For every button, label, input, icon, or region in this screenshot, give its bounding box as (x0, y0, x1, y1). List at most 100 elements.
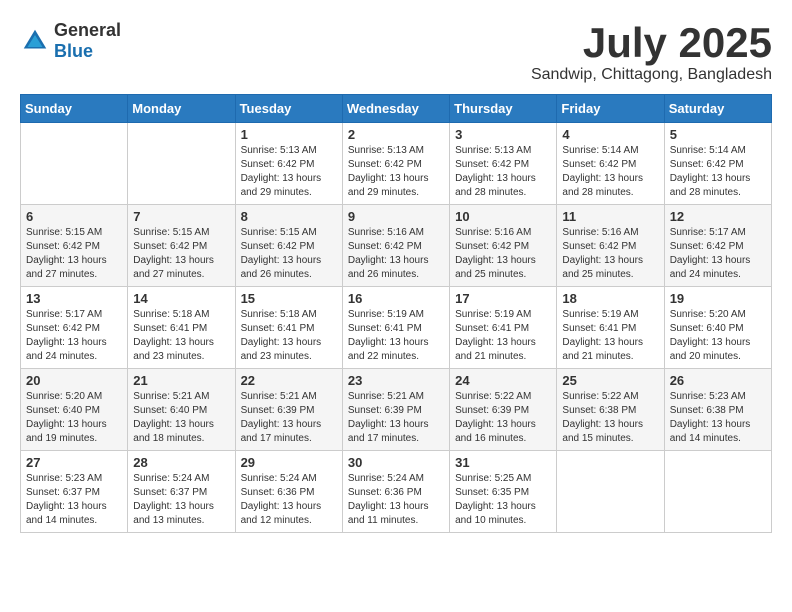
day-number: 1 (241, 127, 337, 142)
day-number: 26 (670, 373, 766, 388)
weekday-header-monday: Monday (128, 95, 235, 123)
calendar-cell: 24 Sunrise: 5:22 AM Sunset: 6:39 PM Dayli… (450, 369, 557, 451)
day-number: 24 (455, 373, 551, 388)
calendar-week-row: 20 Sunrise: 5:20 AM Sunset: 6:40 PM Dayli… (21, 369, 772, 451)
day-info: Sunrise: 5:19 AM Sunset: 6:41 PM Dayligh… (348, 308, 444, 364)
day-number: 25 (562, 373, 658, 388)
day-info: Sunrise: 5:21 AM Sunset: 6:39 PM Dayligh… (348, 390, 444, 446)
day-info: Sunrise: 5:14 AM Sunset: 6:42 PM Dayligh… (562, 144, 658, 200)
day-number: 7 (133, 209, 229, 224)
calendar-cell: 12 Sunrise: 5:17 AM Sunset: 6:42 PM Dayli… (664, 205, 771, 287)
location-text: Sandwip, Chittagong, Bangladesh (531, 66, 772, 84)
logo: General Blue (20, 20, 121, 62)
calendar-cell (557, 451, 664, 533)
calendar-cell (664, 451, 771, 533)
calendar-week-row: 1 Sunrise: 5:13 AM Sunset: 6:42 PM Daylig… (21, 123, 772, 205)
day-number: 8 (241, 209, 337, 224)
day-info: Sunrise: 5:22 AM Sunset: 6:38 PM Dayligh… (562, 390, 658, 446)
day-info: Sunrise: 5:25 AM Sunset: 6:35 PM Dayligh… (455, 472, 551, 528)
day-number: 12 (670, 209, 766, 224)
day-number: 10 (455, 209, 551, 224)
day-info: Sunrise: 5:20 AM Sunset: 6:40 PM Dayligh… (670, 308, 766, 364)
day-number: 16 (348, 291, 444, 306)
calendar-cell: 1Sunrise: 5:13 AM Sunset: 6:42 PM Daylig… (235, 123, 342, 205)
day-number: 30 (348, 455, 444, 470)
calendar-cell: 19Sunrise: 5:20 AM Sunset: 6:40 PM Dayli… (664, 287, 771, 369)
weekday-header-thursday: Thursday (450, 95, 557, 123)
calendar-cell: 4 Sunrise: 5:14 AM Sunset: 6:42 PM Daylig… (557, 123, 664, 205)
day-info: Sunrise: 5:19 AM Sunset: 6:41 PM Dayligh… (562, 308, 658, 364)
day-info: Sunrise: 5:20 AM Sunset: 6:40 PM Dayligh… (26, 390, 122, 446)
calendar-cell: 18 Sunrise: 5:19 AM Sunset: 6:41 PM Dayli… (557, 287, 664, 369)
day-info: Sunrise: 5:15 AM Sunset: 6:42 PM Dayligh… (26, 226, 122, 282)
day-info: Sunrise: 5:16 AM Sunset: 6:42 PM Dayligh… (562, 226, 658, 282)
day-info: Sunrise: 5:23 AM Sunset: 6:38 PM Dayligh… (670, 390, 766, 446)
page-header: General Blue July 2025 Sandwip, Chittago… (20, 20, 772, 84)
day-number: 29 (241, 455, 337, 470)
logo-icon (20, 26, 50, 56)
weekday-header-row: SundayMondayTuesdayWednesdayThursdayFrid… (21, 95, 772, 123)
day-info: Sunrise: 5:17 AM Sunset: 6:42 PM Dayligh… (670, 226, 766, 282)
day-info: Sunrise: 5:23 AM Sunset: 6:37 PM Dayligh… (26, 472, 122, 528)
logo-general-text: General (54, 20, 121, 40)
day-info: Sunrise: 5:18 AM Sunset: 6:41 PM Dayligh… (133, 308, 229, 364)
day-info: Sunrise: 5:22 AM Sunset: 6:39 PM Dayligh… (455, 390, 551, 446)
calendar-cell: 2 Sunrise: 5:13 AM Sunset: 6:42 PM Daylig… (342, 123, 449, 205)
calendar-cell (128, 123, 235, 205)
calendar-cell: 14Sunrise: 5:18 AM Sunset: 6:41 PM Dayli… (128, 287, 235, 369)
calendar-cell: 13 Sunrise: 5:17 AM Sunset: 6:42 PM Dayli… (21, 287, 128, 369)
day-number: 31 (455, 455, 551, 470)
day-number: 20 (26, 373, 122, 388)
day-number: 13 (26, 291, 122, 306)
day-number: 6 (26, 209, 122, 224)
calendar-week-row: 13 Sunrise: 5:17 AM Sunset: 6:42 PM Dayli… (21, 287, 772, 369)
day-info: Sunrise: 5:18 AM Sunset: 6:41 PM Dayligh… (241, 308, 337, 364)
day-number: 22 (241, 373, 337, 388)
day-number: 11 (562, 209, 658, 224)
weekday-header-friday: Friday (557, 95, 664, 123)
day-info: Sunrise: 5:21 AM Sunset: 6:39 PM Dayligh… (241, 390, 337, 446)
calendar-cell: 29Sunrise: 5:24 AM Sunset: 6:36 PM Dayli… (235, 451, 342, 533)
calendar-cell: 8 Sunrise: 5:15 AM Sunset: 6:42 PM Daylig… (235, 205, 342, 287)
day-info: Sunrise: 5:15 AM Sunset: 6:42 PM Dayligh… (241, 226, 337, 282)
calendar-cell: 3Sunrise: 5:13 AM Sunset: 6:42 PM Daylig… (450, 123, 557, 205)
day-info: Sunrise: 5:24 AM Sunset: 6:37 PM Dayligh… (133, 472, 229, 528)
calendar-table: SundayMondayTuesdayWednesdayThursdayFrid… (20, 94, 772, 533)
day-info: Sunrise: 5:17 AM Sunset: 6:42 PM Dayligh… (26, 308, 122, 364)
calendar-cell: 30Sunrise: 5:24 AM Sunset: 6:36 PM Dayli… (342, 451, 449, 533)
day-info: Sunrise: 5:15 AM Sunset: 6:42 PM Dayligh… (133, 226, 229, 282)
month-year-title: July 2025 (531, 20, 772, 66)
day-number: 21 (133, 373, 229, 388)
day-number: 17 (455, 291, 551, 306)
calendar-cell: 28 Sunrise: 5:24 AM Sunset: 6:37 PM Dayli… (128, 451, 235, 533)
day-number: 27 (26, 455, 122, 470)
day-number: 5 (670, 127, 766, 142)
calendar-cell: 15 Sunrise: 5:18 AM Sunset: 6:41 PM Dayli… (235, 287, 342, 369)
day-number: 28 (133, 455, 229, 470)
calendar-week-row: 6 Sunrise: 5:15 AM Sunset: 6:42 PM Daylig… (21, 205, 772, 287)
calendar-cell: 21Sunrise: 5:21 AM Sunset: 6:40 PM Dayli… (128, 369, 235, 451)
day-number: 2 (348, 127, 444, 142)
calendar-cell: 6 Sunrise: 5:15 AM Sunset: 6:42 PM Daylig… (21, 205, 128, 287)
day-number: 18 (562, 291, 658, 306)
calendar-cell: 10Sunrise: 5:16 AM Sunset: 6:42 PM Dayli… (450, 205, 557, 287)
day-number: 4 (562, 127, 658, 142)
calendar-cell: 22 Sunrise: 5:21 AM Sunset: 6:39 PM Dayli… (235, 369, 342, 451)
day-info: Sunrise: 5:13 AM Sunset: 6:42 PM Dayligh… (348, 144, 444, 200)
day-info: Sunrise: 5:19 AM Sunset: 6:41 PM Dayligh… (455, 308, 551, 364)
weekday-header-wednesday: Wednesday (342, 95, 449, 123)
calendar-week-row: 27 Sunrise: 5:23 AM Sunset: 6:37 PM Dayli… (21, 451, 772, 533)
day-number: 9 (348, 209, 444, 224)
calendar-cell: 27 Sunrise: 5:23 AM Sunset: 6:37 PM Dayli… (21, 451, 128, 533)
calendar-cell: 16 Sunrise: 5:19 AM Sunset: 6:41 PM Dayli… (342, 287, 449, 369)
day-number: 15 (241, 291, 337, 306)
calendar-cell (21, 123, 128, 205)
day-info: Sunrise: 5:13 AM Sunset: 6:42 PM Dayligh… (455, 144, 551, 200)
calendar-cell: 25 Sunrise: 5:22 AM Sunset: 6:38 PM Dayli… (557, 369, 664, 451)
day-info: Sunrise: 5:16 AM Sunset: 6:42 PM Dayligh… (348, 226, 444, 282)
calendar-cell: 26 Sunrise: 5:23 AM Sunset: 6:38 PM Dayli… (664, 369, 771, 451)
calendar-cell: 20 Sunrise: 5:20 AM Sunset: 6:40 PM Dayli… (21, 369, 128, 451)
weekday-header-saturday: Saturday (664, 95, 771, 123)
calendar-cell: 31 Sunrise: 5:25 AM Sunset: 6:35 PM Dayli… (450, 451, 557, 533)
logo-blue-text: Blue (54, 41, 93, 61)
